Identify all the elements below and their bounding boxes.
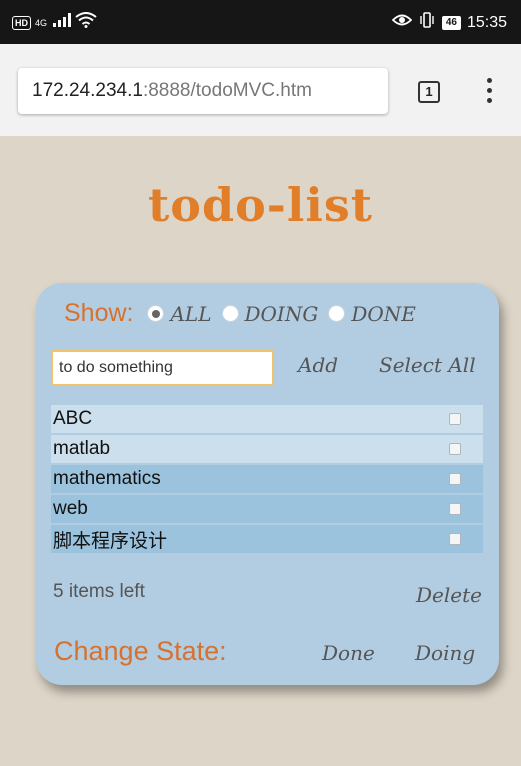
status-left: HD 4G (12, 12, 97, 33)
todo-item[interactable]: web (51, 495, 483, 523)
wifi-icon (75, 12, 97, 33)
todo-item[interactable]: mathematics (51, 465, 483, 493)
todo-card: Show: ALL DOING DONE Add Select All ABC … (36, 283, 499, 685)
delete-button[interactable]: Delete (416, 583, 482, 607)
signal-icon (53, 13, 72, 32)
mark-doing-button[interactable]: Doing (415, 641, 475, 665)
filter-doing-label[interactable]: DOING (245, 302, 319, 326)
todo-item-checkbox[interactable] (449, 503, 461, 515)
items-left-count: 5 items left (53, 581, 145, 602)
todo-item-checkbox[interactable] (449, 473, 461, 485)
url-path: :8888/todoMVC.htm (142, 80, 312, 101)
tab-switcher-button[interactable]: 1 (418, 81, 440, 103)
battery-icon: 46 (441, 15, 461, 30)
filter-row: Show: ALL DOING DONE (64, 299, 426, 328)
status-time: 15:35 (466, 13, 507, 31)
filter-all-label[interactable]: ALL (170, 302, 211, 326)
vibrate-icon (418, 12, 436, 33)
todo-item[interactable]: 脚本程序设计 (51, 525, 483, 553)
hd-badge: HD (12, 15, 31, 30)
network-type: 4G (35, 17, 48, 28)
todo-item[interactable]: matlab (51, 435, 483, 463)
todo-item-text: 脚本程序设计 (53, 530, 168, 552)
todo-item[interactable]: ABC (51, 405, 483, 433)
todo-item-text: web (53, 498, 88, 519)
todo-item-text: mathematics (53, 468, 161, 489)
add-button[interactable]: Add (298, 353, 338, 377)
todo-item-checkbox[interactable] (449, 443, 461, 455)
todo-item-text: matlab (53, 438, 111, 459)
todo-item-text: ABC (53, 408, 93, 429)
todo-item-checkbox[interactable] (449, 413, 461, 425)
status-right: 46 15:35 (391, 12, 507, 33)
filter-all-radio[interactable] (147, 305, 165, 322)
menu-icon[interactable] (484, 78, 494, 108)
change-state-label: Change State: (54, 636, 227, 666)
url-host: 172.24.234.1 (32, 80, 143, 101)
browser-toolbar: 172.24.234.1:8888/todoMVC.htm 1 (0, 44, 521, 136)
eye-icon (391, 13, 413, 32)
filter-label: Show: (64, 299, 134, 327)
status-bar: HD 4G 46 15:35 (0, 0, 521, 44)
mark-done-button[interactable]: Done (322, 641, 375, 665)
todo-list: ABC matlab mathematics web 脚本程序设计 (51, 405, 483, 555)
filter-doing-radio[interactable] (221, 305, 239, 322)
filter-done-radio[interactable] (328, 305, 346, 322)
todo-item-checkbox[interactable] (449, 533, 461, 545)
filter-done-label[interactable]: DONE (351, 302, 416, 326)
todo-input[interactable] (51, 350, 274, 386)
address-bar[interactable]: 172.24.234.1:8888/todoMVC.htm (18, 68, 388, 114)
select-all-button[interactable]: Select All (379, 353, 476, 377)
page-title: todo-list (148, 178, 373, 232)
